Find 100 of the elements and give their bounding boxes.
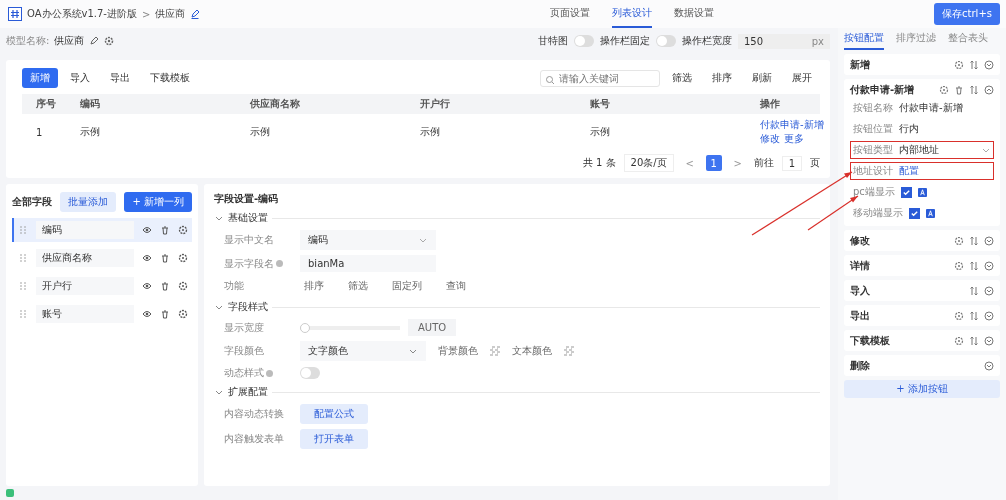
settings-icon[interactable] <box>178 281 188 291</box>
setting-label: 显示中文名 <box>224 233 274 247</box>
checkbox[interactable] <box>900 186 912 198</box>
drag-handle-icon[interactable] <box>18 253 28 263</box>
settings-icon[interactable] <box>178 309 188 319</box>
function-option[interactable]: 筛选 <box>344 277 372 295</box>
settings-icon[interactable] <box>954 310 964 321</box>
toolbar-button[interactable]: 下载模板 <box>142 68 198 88</box>
goto-field[interactable]: 1 <box>781 155 802 171</box>
eye-icon[interactable] <box>142 253 152 263</box>
toolbar-button[interactable]: 导出 <box>102 68 138 88</box>
toolbar-action[interactable]: 展开 <box>784 68 820 88</box>
delete-icon[interactable] <box>160 281 170 291</box>
drag-handle-icon[interactable] <box>18 309 28 319</box>
sort-icon[interactable] <box>969 84 979 95</box>
batch-add-button[interactable]: 批量添加 <box>60 192 117 212</box>
tab[interactable]: 列表设计 <box>612 0 653 28</box>
row-action-link[interactable]: 修改 <box>760 132 780 146</box>
chevron-icon[interactable] <box>984 59 994 70</box>
color-swatch[interactable] <box>490 346 500 356</box>
search-field[interactable]: 请输入关键词 <box>540 69 660 87</box>
settings-icon[interactable] <box>178 225 188 235</box>
field-row[interactable]: 账号 <box>12 302 192 326</box>
sort-icon[interactable] <box>969 260 979 271</box>
select-field[interactable]: 文字颜色 <box>300 341 426 361</box>
chevron-icon[interactable] <box>984 310 994 321</box>
row-action-link[interactable]: 付款申请-新增 <box>760 118 824 132</box>
field-name-field[interactable]: 账号 <box>36 305 134 323</box>
function-option[interactable]: 查询 <box>442 277 470 295</box>
settings-icon[interactable] <box>954 59 964 70</box>
chevron-icon[interactable] <box>984 260 994 271</box>
toggle-switch[interactable] <box>656 35 676 47</box>
save-button[interactable]: 保存ctrl+s <box>934 3 1000 25</box>
settings-icon[interactable] <box>954 235 964 246</box>
eye-icon[interactable] <box>142 309 152 319</box>
sort-icon[interactable] <box>969 59 979 70</box>
config-button[interactable]: 配置公式 <box>300 404 368 424</box>
eye-icon[interactable] <box>142 281 152 291</box>
page-size-select[interactable]: 20条/页 <box>623 154 674 172</box>
toolbar-action[interactable]: 排序 <box>704 68 740 88</box>
table-cell-text: 示例 <box>590 125 611 139</box>
slider-thumb[interactable] <box>300 322 310 333</box>
toggle-switch[interactable] <box>574 35 594 47</box>
select-field[interactable]: 内部地址 <box>899 143 991 157</box>
field-row[interactable]: 编码 <box>12 218 192 242</box>
field-name-field[interactable]: 编码 <box>36 221 134 239</box>
row-action-link[interactable]: 更多 <box>784 132 804 146</box>
toggle-switch[interactable] <box>300 367 320 379</box>
sort-icon[interactable] <box>969 310 979 321</box>
config-button[interactable]: 打开表单 <box>300 429 368 449</box>
page-button[interactable]: 1 <box>705 155 722 171</box>
column-header: 操作 <box>760 97 781 111</box>
sort-icon[interactable] <box>969 335 979 346</box>
chevron-icon[interactable] <box>984 235 994 246</box>
app-title[interactable]: OA办公系统v1.7-进阶版 <box>27 7 137 21</box>
delete-icon[interactable] <box>160 309 170 319</box>
function-option[interactable]: 固定列 <box>388 277 426 295</box>
toolbar-action[interactable]: 筛选 <box>664 68 700 88</box>
tab[interactable]: 排序过滤 <box>896 28 936 50</box>
drag-handle-icon[interactable] <box>18 281 28 291</box>
add-button[interactable]: + 添加按钮 <box>844 380 1000 398</box>
edit-icon[interactable] <box>89 36 100 46</box>
settings-icon[interactable] <box>954 260 964 271</box>
toolbar-button[interactable]: 新增 <box>22 68 58 88</box>
input-field[interactable]: bianMa <box>300 255 436 272</box>
chevron-icon[interactable] <box>984 285 994 296</box>
delete-icon[interactable] <box>954 84 964 95</box>
toolbar-button[interactable]: 导入 <box>62 68 98 88</box>
font-icon[interactable] <box>917 187 927 197</box>
field-row[interactable]: 开户行 <box>12 274 192 298</box>
drag-handle-icon[interactable] <box>18 225 28 235</box>
config-link[interactable]: 配置 <box>899 164 919 178</box>
field-name-field[interactable]: 开户行 <box>36 277 134 295</box>
add-column-button[interactable]: + 新增一列 <box>124 192 192 212</box>
settings-icon[interactable] <box>954 335 964 346</box>
function-option[interactable]: 排序 <box>300 277 328 295</box>
width-field[interactable]: 150 px <box>738 33 830 49</box>
field-name-field[interactable]: 供应商名称 <box>36 249 134 267</box>
select-field[interactable]: 编码 <box>300 230 436 250</box>
tab[interactable]: 数据设置 <box>674 0 715 28</box>
chevron-icon[interactable] <box>984 360 994 371</box>
settings-icon[interactable] <box>178 253 188 263</box>
chevron-icon[interactable] <box>984 84 994 95</box>
checkbox[interactable] <box>909 207 920 219</box>
sort-icon[interactable] <box>969 285 979 296</box>
edit-icon[interactable] <box>190 9 201 19</box>
field-row[interactable]: 供应商名称 <box>12 246 192 270</box>
eye-icon[interactable] <box>142 225 152 235</box>
settings-icon[interactable] <box>939 84 949 95</box>
delete-icon[interactable] <box>160 253 170 263</box>
tab[interactable]: 页面设置 <box>550 0 591 28</box>
delete-icon[interactable] <box>160 225 170 235</box>
sort-icon[interactable] <box>969 235 979 246</box>
tab[interactable]: 按钮配置 <box>844 28 884 50</box>
toolbar-action[interactable]: 刷新 <box>744 68 780 88</box>
tab[interactable]: 整合表头 <box>948 28 988 50</box>
settings-icon[interactable] <box>104 36 115 46</box>
color-swatch[interactable] <box>564 346 574 356</box>
chevron-icon[interactable] <box>984 335 994 346</box>
font-icon[interactable] <box>926 208 935 218</box>
